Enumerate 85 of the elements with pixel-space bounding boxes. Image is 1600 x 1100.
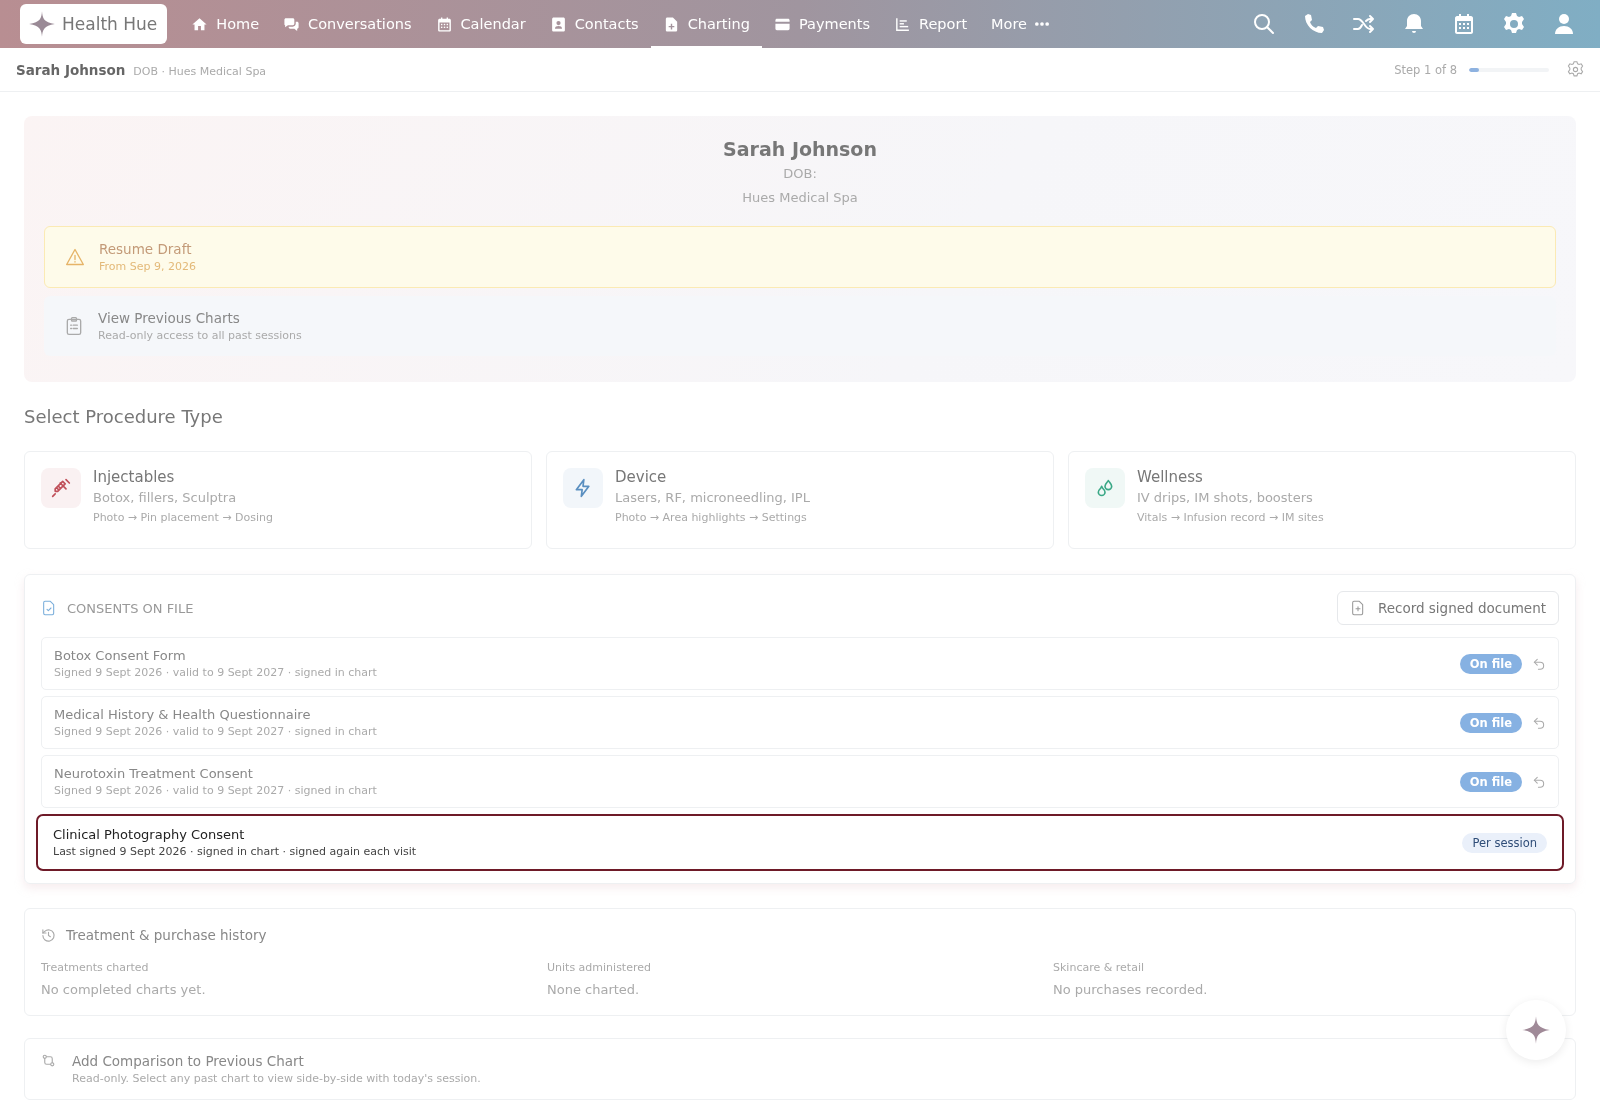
- consent-row[interactable]: Medical History & Health Questionnaire Signed 9 Sept 2026 · valid to 9 Sept 2027 · signed in chart On file: [41, 696, 1559, 749]
- status-badge: On file: [1459, 712, 1522, 733]
- procedure-card[interactable]: Device Lasers, RF, microneedling, IPL Photo → Area highlights → Settings: [546, 451, 1054, 549]
- procedure-title: Injectables: [93, 468, 176, 486]
- document-icon: [41, 600, 57, 616]
- search-icon[interactable]: [1252, 12, 1276, 36]
- history-icon: [41, 927, 56, 943]
- procedure-description: IV drips, IM shots, boosters: [1137, 490, 1314, 505]
- consent-row[interactable]: Neurotoxin Treatment Consent Signed 9 Sept 2026 · valid to 9 Sept 2027 · signed in chart On file: [41, 755, 1559, 808]
- column-label: Skincare & retail: [1053, 961, 1145, 974]
- section-title: CONSENTS ON FILE: [67, 600, 194, 616]
- date-of-birth: DOB:: [783, 166, 817, 181]
- bar-chart-icon: [894, 15, 911, 33]
- section-title: Treatment & purchase history: [66, 927, 267, 943]
- comparison-panel[interactable]: Add Comparison to Previous Chart Read-only. Select any past chart to view side-by-side with today's session.: [24, 1038, 1576, 1100]
- nav-tab[interactable]: Home: [179, 0, 272, 48]
- action-subtitle: Read-only access to all past sessions: [98, 329, 302, 342]
- procedure-steps: Photo → Pin placement → Dosing: [93, 511, 274, 524]
- comparison-title: Add Comparison to Previous Chart: [72, 1053, 305, 1069]
- speech-bubbles-icon: [283, 15, 301, 33]
- dots-icon: [1035, 22, 1050, 26]
- column-label: Treatments charted: [41, 961, 150, 974]
- nav-tab[interactable]: Report: [882, 0, 980, 48]
- action-subtitle: From Sep 9, 2026: [99, 260, 196, 273]
- settings-icon[interactable]: [1502, 12, 1526, 36]
- contact-card-icon: [549, 15, 567, 33]
- status-badge: Per session: [1462, 832, 1547, 853]
- resume-draft-banner[interactable]: Resume Draft From Sep 9, 2026: [44, 226, 1556, 288]
- consent-title: Neurotoxin Treatment Consent: [54, 766, 254, 781]
- consent-detail: Signed 9 Sept 2026 · valid to 9 Sept 2027 · signed in chart: [54, 784, 377, 797]
- step-counter: Step 1 of 8: [1394, 62, 1457, 77]
- calendar-icon: [435, 15, 453, 33]
- nav-tab[interactable]: Contacts: [537, 0, 651, 48]
- nav-tab[interactable]: Conversations: [271, 0, 424, 48]
- document-plus-icon: [1349, 600, 1366, 616]
- procedure-steps: Photo → Area highlights → Settings: [615, 511, 810, 524]
- action-title: View Previous Charts: [98, 310, 241, 326]
- procedure-steps: Vitals → Infusion record → IM sites: [1137, 511, 1324, 524]
- consent-title: Medical History & Health Questionnaire: [54, 707, 312, 722]
- patient-meta: DOB · Hues Medical Spa: [133, 64, 267, 78]
- consent-detail: Signed 9 Sept 2026 · valid to 9 Sept 2027 · signed in chart: [54, 666, 377, 679]
- nav-tab[interactable]: Calendar: [423, 0, 538, 48]
- undo-icon[interactable]: [1532, 656, 1546, 671]
- section-heading: Select Procedure Type: [24, 406, 224, 427]
- settings-icon[interactable]: [1567, 61, 1584, 78]
- shuffle-icon[interactable]: [1352, 12, 1376, 36]
- consent-title: Botox Consent Form: [54, 648, 187, 663]
- bell-icon[interactable]: [1402, 12, 1426, 36]
- column-value: No purchases recorded.: [1053, 982, 1209, 997]
- comparison-subtitle: Read-only. Select any past chart to view side-by-side with today's session.: [72, 1072, 481, 1085]
- consent-row[interactable]: Clinical Photography Consent Last signed 9 Sept 2026 · signed in chart · signed again each visit Per session: [36, 814, 1564, 871]
- patient-name: Sarah Johnson: [16, 61, 126, 78]
- column-value: No completed charts yet.: [41, 982, 207, 997]
- brand-name: Health Hue: [62, 14, 158, 34]
- nav-tab[interactable]: Charting: [650, 0, 762, 48]
- procedure-title: Wellness: [1137, 468, 1204, 486]
- record-document-button[interactable]: Record signed document: [1336, 591, 1559, 625]
- undo-icon[interactable]: [1532, 715, 1546, 730]
- status-badge: On file: [1459, 771, 1522, 792]
- procedure-card[interactable]: Injectables Botox, fillers, Sculptra Photo → Pin placement → Dosing: [24, 451, 532, 549]
- consent-detail: Last signed 9 Sept 2026 · signed in chart · signed again each visit: [53, 845, 417, 858]
- consent-title: Clinical Photography Consent: [53, 827, 246, 842]
- consent-row[interactable]: Botox Consent Form Signed 9 Sept 2026 · valid to 9 Sept 2027 · signed in chart On file: [41, 637, 1559, 690]
- warning-icon: [65, 247, 85, 267]
- status-badge: On file: [1459, 653, 1522, 674]
- clipboard-icon: [64, 316, 84, 336]
- column-label: Units administered: [547, 961, 652, 974]
- procedure-description: Botox, fillers, Sculptra: [93, 490, 238, 505]
- phone-icon[interactable]: [1302, 12, 1326, 36]
- logo[interactable]: Health Hue: [20, 4, 168, 44]
- nav-tab[interactable]: Payments: [761, 0, 882, 48]
- user-icon[interactable]: [1552, 12, 1576, 36]
- home-icon: [191, 15, 209, 33]
- compare-icon: [41, 1053, 56, 1068]
- action-title: Resume Draft: [99, 241, 193, 257]
- procedure-description: Lasers, RF, microneedling, IPL: [615, 490, 810, 505]
- patient-name: Sarah Johnson: [723, 138, 877, 160]
- nav-tab[interactable]: More: [979, 0, 1062, 48]
- consent-detail: Signed 9 Sept 2026 · valid to 9 Sept 2027 · signed in chart: [54, 725, 377, 738]
- undo-icon[interactable]: [1532, 774, 1546, 789]
- clinic-name: Hues Medical Spa: [742, 190, 858, 205]
- procedure-card[interactable]: Wellness IV drips, IM shots, boosters Vitals → Infusion record → IM sites: [1068, 451, 1576, 549]
- calendar-icon[interactable]: [1452, 12, 1476, 36]
- column-value: None charted.: [547, 982, 641, 997]
- procedure-title: Device: [615, 468, 668, 486]
